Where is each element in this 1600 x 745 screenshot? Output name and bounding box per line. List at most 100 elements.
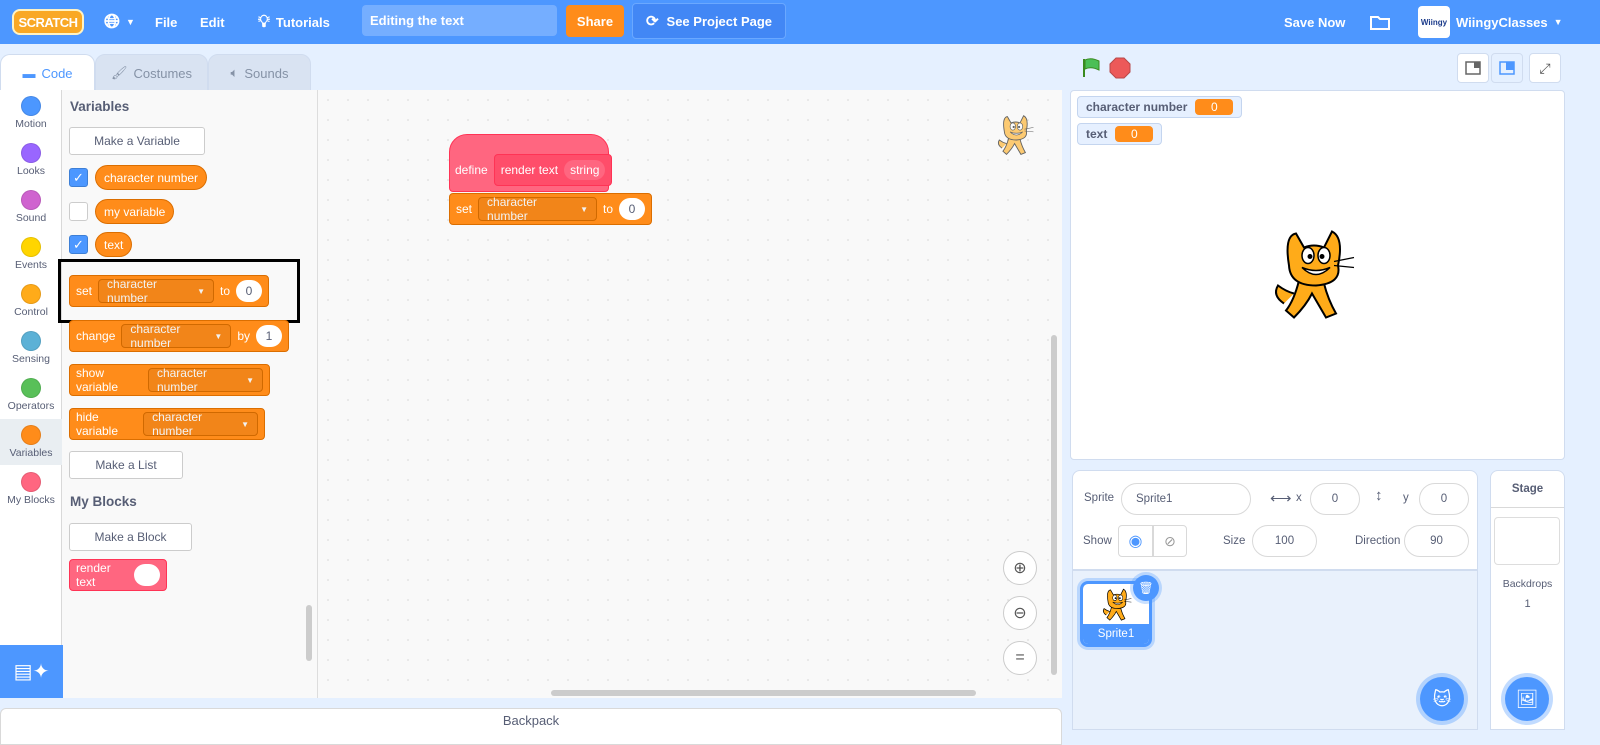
account-menu[interactable]: Wiingy WiingyClasses ▼ — [1418, 0, 1563, 44]
scratch-logo[interactable]: SCRATCH — [12, 9, 84, 35]
category-operators[interactable]: Operators — [0, 372, 62, 418]
tab-sounds[interactable]: 🔈︎ Sounds — [208, 54, 311, 92]
vertical-arrows-icon: ↕ — [1375, 487, 1383, 504]
tab-label: Code — [41, 66, 73, 81]
category-looks[interactable]: Looks — [0, 137, 62, 183]
variable-dropdown[interactable]: character number ▼ — [478, 195, 597, 223]
add-extension-button[interactable]: ▤✦ — [0, 645, 63, 698]
category-dot-icon — [21, 378, 41, 398]
horizontal-scrollbar[interactable] — [551, 690, 976, 696]
sprite-name-input[interactable]: Sprite1 — [1121, 483, 1251, 515]
choose-backdrop-icon[interactable]: 🖼︎ — [1505, 677, 1549, 721]
file-menu[interactable]: File — [155, 0, 177, 44]
tab-code[interactable]: ▬ Code — [0, 54, 95, 92]
zoom-in-icon[interactable]: ⊕ — [1003, 551, 1037, 585]
category-variables[interactable]: Variables — [0, 419, 62, 465]
backdrop-thumbnail[interactable] — [1494, 517, 1560, 565]
category-motion[interactable]: Motion — [0, 90, 62, 136]
save-now-button[interactable]: Save Now — [1284, 0, 1345, 44]
caret-down-icon: ▼ — [197, 286, 205, 296]
monitor-label: character number — [1086, 100, 1188, 114]
dropdown-value: character number — [156, 366, 207, 394]
hide-variable-block[interactable]: hide variable character number ▼ — [69, 408, 265, 440]
category-events[interactable]: Events — [0, 231, 62, 277]
sprite-cat[interactable] — [1264, 223, 1364, 328]
small-stage-button[interactable] — [1457, 53, 1489, 83]
param-reporter[interactable]: string — [564, 160, 606, 180]
code-area[interactable]: define render text string set character nu… — [318, 90, 1062, 698]
category-sound[interactable]: Sound — [0, 184, 62, 230]
category-label: Looks — [16, 165, 46, 177]
edit-menu[interactable]: Edit — [200, 0, 225, 44]
text-checkbox[interactable]: ✓ — [69, 235, 88, 254]
share-button[interactable]: Share — [566, 5, 624, 37]
zoom-reset-icon[interactable]: = — [1003, 641, 1037, 675]
make-block-button[interactable]: Make a Block — [69, 523, 192, 551]
brush-icon: 🖌︎ — [110, 65, 128, 80]
sprite-info-panel: Sprite Sprite1 ⟷ x 0 ↕ y 0 Show ◉ ⊘ Size… — [1072, 470, 1478, 570]
stage-title: Stage — [1511, 483, 1544, 495]
show-variable-block[interactable]: show variable character number ▼ — [69, 364, 270, 396]
project-title-input[interactable] — [362, 5, 557, 36]
stage-selector[interactable]: Stage Backdrops 1 🖼︎ — [1490, 470, 1565, 730]
delete-trash-icon[interactable]: 🗑︎ — [1133, 575, 1159, 601]
change-variable-block[interactable]: change character number ▼ by 1 — [69, 320, 289, 352]
tab-costumes[interactable]: 🖌︎ Costumes — [95, 54, 208, 92]
variable-reporter[interactable]: character number — [95, 165, 208, 190]
category-control[interactable]: Control — [0, 278, 62, 324]
string-input[interactable] — [134, 564, 160, 586]
show-visible-eye-icon[interactable]: ◉ — [1118, 525, 1153, 557]
backpack[interactable]: Backpack — [0, 708, 1062, 745]
render-text-block[interactable]: render text — [69, 559, 167, 591]
block-label: set — [456, 202, 473, 216]
language-menu[interactable]: 🌐︎ ▼ — [104, 0, 135, 44]
direction-input[interactable]: 90 — [1404, 525, 1469, 557]
choose-sprite-cat-icon[interactable]: 🐱︎ — [1420, 677, 1464, 721]
variable-reporter[interactable]: text — [95, 232, 133, 257]
proc-prototype: render text string — [493, 154, 613, 186]
x-input[interactable]: 0 — [1310, 483, 1360, 515]
make-variable-button[interactable]: Make a Variable — [69, 127, 205, 155]
see-project-page-button[interactable]: ⟳ See Project Page — [632, 3, 786, 39]
variable-dropdown[interactable]: character number ▼ — [143, 410, 258, 438]
size-label: Size — [1223, 535, 1246, 547]
fullscreen-icon[interactable]: ⤢ — [1529, 53, 1561, 83]
category-dot-icon — [21, 237, 41, 257]
palette-scrollbar[interactable] — [306, 605, 312, 661]
y-label: y — [1403, 492, 1409, 504]
variable-dropdown[interactable]: character number ▼ — [121, 322, 232, 350]
set-variable-block[interactable]: set character number ▼ to 0 — [449, 193, 652, 225]
stage[interactable]: character number 0 text 0 — [1070, 90, 1565, 460]
value-input[interactable]: 0 — [236, 280, 262, 302]
monitor-label: text — [1086, 127, 1108, 141]
stop-icon[interactable] — [1104, 53, 1136, 83]
hide-eye-slash-icon[interactable]: ⊘ — [1153, 525, 1187, 557]
sprite-cat-thumbnail — [1099, 586, 1135, 624]
avatar: Wiingy — [1418, 6, 1450, 38]
normal-stage-button[interactable] — [1491, 53, 1523, 83]
category-dot-icon — [21, 143, 41, 163]
set-variable-block[interactable]: set character number ▼ to 0 — [69, 275, 269, 307]
character-number-checkbox[interactable]: ✓ — [69, 168, 88, 187]
category-my-blocks[interactable]: My Blocks — [0, 466, 62, 512]
my-variable-checkbox[interactable] — [69, 202, 88, 221]
block-label: set — [76, 284, 93, 298]
variable-reporter[interactable]: my variable — [95, 199, 175, 224]
block-label: hide variable — [76, 410, 119, 438]
tutorials-button[interactable]: 💡︎ Tutorials — [258, 0, 330, 44]
zoom-out-icon[interactable]: ⊖ — [1003, 596, 1037, 630]
my-stuff-folder-icon[interactable] — [1369, 0, 1391, 44]
vertical-scrollbar[interactable] — [1051, 335, 1057, 675]
block-label: to — [219, 284, 230, 298]
green-flag-icon[interactable] — [1075, 53, 1107, 83]
value-input[interactable]: 1 — [256, 325, 282, 347]
value-input[interactable]: 0 — [619, 198, 645, 220]
size-input[interactable]: 100 — [1252, 525, 1317, 557]
category-sensing[interactable]: Sensing — [0, 325, 62, 371]
make-list-button[interactable]: Make a List — [69, 451, 183, 479]
variable-dropdown[interactable]: character number ▼ — [147, 366, 263, 394]
sprite-list: Sprite1 🗑︎ 🐱︎ — [1072, 570, 1478, 730]
block-label: render text — [76, 561, 111, 589]
variable-dropdown[interactable]: character number ▼ — [98, 277, 214, 305]
y-input[interactable]: 0 — [1419, 483, 1469, 515]
